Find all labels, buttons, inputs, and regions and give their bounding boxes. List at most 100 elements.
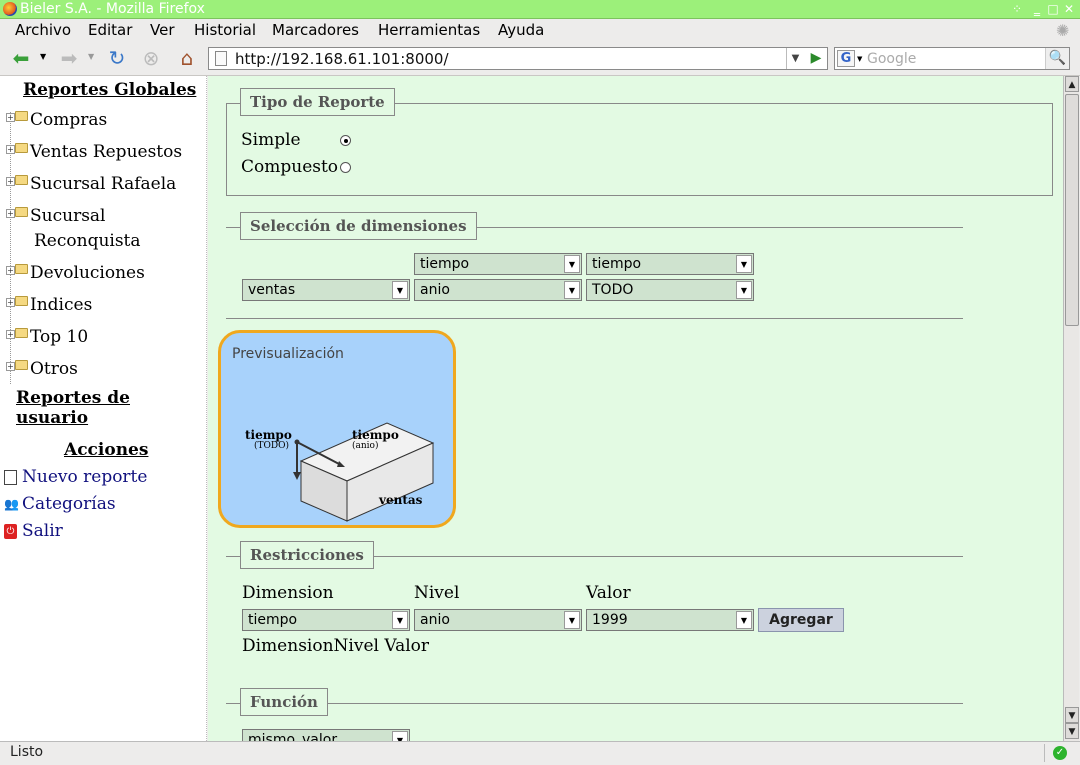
url-history-dropdown[interactable]: ▼	[786, 48, 804, 69]
tree-item-indices[interactable]: + Indices	[6, 293, 92, 318]
expand-icon[interactable]: +	[6, 298, 15, 307]
measure-select[interactable]: ventas ▼	[242, 279, 410, 301]
level-select-1[interactable]: anio ▼	[414, 279, 582, 301]
search-box[interactable]: G ▼ Google 🔍	[834, 47, 1070, 70]
go-button[interactable]: ▶	[805, 48, 827, 69]
expand-icon[interactable]: +	[6, 330, 15, 339]
url-bar[interactable]: http://192.168.61.101:8000/ ▼ ▶	[208, 47, 828, 70]
reportes-globales-heading[interactable]: Reportes Globales	[23, 80, 196, 100]
salir-link[interactable]: ⏻ Salir	[4, 521, 63, 541]
tipo-reporte-legend: Tipo de Reporte	[240, 88, 395, 116]
compuesto-radio[interactable]	[340, 162, 351, 173]
firefox-icon	[3, 2, 17, 16]
dimension-header: Dimension	[242, 583, 334, 603]
dimensiones-legend: Selección de dimensiones	[240, 212, 477, 240]
search-icon[interactable]: 🔍	[1045, 48, 1069, 69]
url-text: http://192.168.61.101:8000/	[235, 50, 449, 68]
menu-historial[interactable]: Historial	[194, 21, 256, 39]
status-bar: Listo ✓	[0, 741, 1080, 765]
dimension-level-select-2[interactable]: tiempo ▼	[586, 253, 754, 275]
menu-ayuda[interactable]: Ayuda	[498, 21, 544, 39]
valor-header: Valor	[586, 583, 631, 603]
chevron-down-icon: ▼	[564, 281, 580, 299]
scroll-up-arrow[interactable]: ▲	[1065, 76, 1079, 92]
chevron-down-icon: ▼	[564, 611, 580, 629]
tree-item-top10[interactable]: + Top 10	[6, 325, 88, 350]
vertical-scrollbar[interactable]: ▲ ▼ ▼	[1063, 76, 1079, 741]
expand-icon[interactable]: +	[6, 266, 15, 275]
menu-archivo[interactable]: Archivo	[15, 21, 71, 39]
expand-icon[interactable]: +	[6, 145, 15, 154]
reportes-usuario-heading[interactable]: Reportes de usuario	[16, 388, 206, 428]
preview-panel: Previsualización tiempo (TODO) tiempo (a…	[218, 330, 456, 528]
throbber-icon: ✺	[1056, 21, 1070, 40]
restriction-nivel-select[interactable]: anio ▼	[414, 609, 582, 631]
funcion-select[interactable]: mismo_valor ▼	[242, 729, 410, 741]
tree-item-sucursal-reconquista[interactable]: + Sucursal Reconquista	[6, 204, 141, 254]
check-icon: ✓	[1053, 746, 1067, 760]
engine-dropdown-icon[interactable]: ▼	[857, 55, 862, 63]
forward-button[interactable]: ➡	[56, 45, 82, 71]
level-select-2[interactable]: TODO ▼	[586, 279, 754, 301]
menu-editar[interactable]: Editar	[88, 21, 132, 39]
maximize-button[interactable]: □	[1046, 2, 1060, 16]
folder-icon	[15, 328, 28, 338]
back-button[interactable]: ⬅	[8, 45, 34, 71]
folder-icon	[15, 207, 28, 217]
scroll-down-arrow-2[interactable]: ▼	[1065, 723, 1079, 739]
expand-icon[interactable]: +	[6, 362, 15, 371]
scroll-thumb[interactable]	[1065, 94, 1079, 326]
preview-dim1-sub: (TODO)	[254, 441, 289, 451]
stop-button[interactable]: ⊗	[138, 45, 164, 71]
simple-radio[interactable]	[340, 135, 351, 146]
window-title: Bieler S.A. - Mozilla Firefox	[20, 1, 205, 17]
menu-ver[interactable]: Ver	[150, 21, 175, 39]
tree-item-compras[interactable]: + Compras	[6, 108, 107, 133]
google-engine-icon[interactable]: G	[837, 50, 855, 67]
restriction-list-header: DimensionNivel Valor	[242, 636, 430, 656]
preview-dim1-label: tiempo	[245, 428, 292, 442]
back-history-dropdown[interactable]: ▼	[40, 52, 46, 61]
menu-herramientas[interactable]: Herramientas	[378, 21, 480, 39]
menu-marcadores[interactable]: Marcadores	[272, 21, 359, 39]
chevron-down-icon: ▼	[736, 611, 752, 629]
nuevo-reporte-link[interactable]: Nuevo reporte	[4, 467, 147, 487]
folder-icon	[15, 264, 28, 274]
home-button[interactable]: ⌂	[174, 45, 200, 71]
forward-history-dropdown[interactable]: ▼	[88, 52, 94, 61]
preview-dim3-label: ventas	[379, 493, 423, 507]
compuesto-label: Compuesto	[241, 157, 339, 177]
tipo-reporte-fieldset	[226, 103, 1053, 196]
minimize-icon[interactable]: ⁘	[1010, 2, 1024, 16]
tree-item-ventas-repuestos[interactable]: + Ventas Repuestos	[6, 140, 182, 165]
tree-item-devoluciones[interactable]: + Devoluciones	[6, 261, 145, 286]
search-placeholder: Google	[867, 51, 917, 67]
tree-item-sucursal-rafaela[interactable]: + Sucursal Rafaela	[6, 172, 176, 197]
preview-dim2-label: tiempo	[352, 428, 399, 442]
folder-icon	[15, 175, 28, 185]
expand-icon[interactable]: +	[6, 209, 15, 218]
restriction-valor-select[interactable]: 1999 ▼	[586, 609, 754, 631]
expand-icon[interactable]: +	[6, 113, 15, 122]
page-icon	[215, 51, 227, 66]
dimension-level-select-1[interactable]: tiempo ▼	[414, 253, 582, 275]
folder-icon	[15, 296, 28, 306]
agregar-button[interactable]: Agregar	[758, 608, 844, 632]
funcion-legend: Función	[240, 688, 328, 716]
scroll-down-arrow[interactable]: ▼	[1065, 707, 1079, 723]
restriction-dimension-select[interactable]: tiempo ▼	[242, 609, 410, 631]
simple-label: Simple	[241, 130, 301, 150]
preview-dim2-sub: (anio)	[352, 441, 379, 451]
power-icon: ⏻	[4, 524, 17, 539]
categorias-link[interactable]: 👥 Categorías	[4, 494, 116, 514]
close-button[interactable]: ✕	[1062, 2, 1076, 16]
reload-button[interactable]: ↻	[104, 45, 130, 71]
document-icon	[4, 470, 17, 485]
nivel-header: Nivel	[414, 583, 460, 603]
expand-icon[interactable]: +	[6, 177, 15, 186]
chevron-down-icon: ▼	[564, 255, 580, 273]
status-text: Listo	[10, 744, 44, 760]
minimize-button[interactable]: ‗	[1030, 2, 1044, 16]
folder-icon	[15, 143, 28, 153]
tree-item-otros[interactable]: + Otros	[6, 357, 78, 382]
